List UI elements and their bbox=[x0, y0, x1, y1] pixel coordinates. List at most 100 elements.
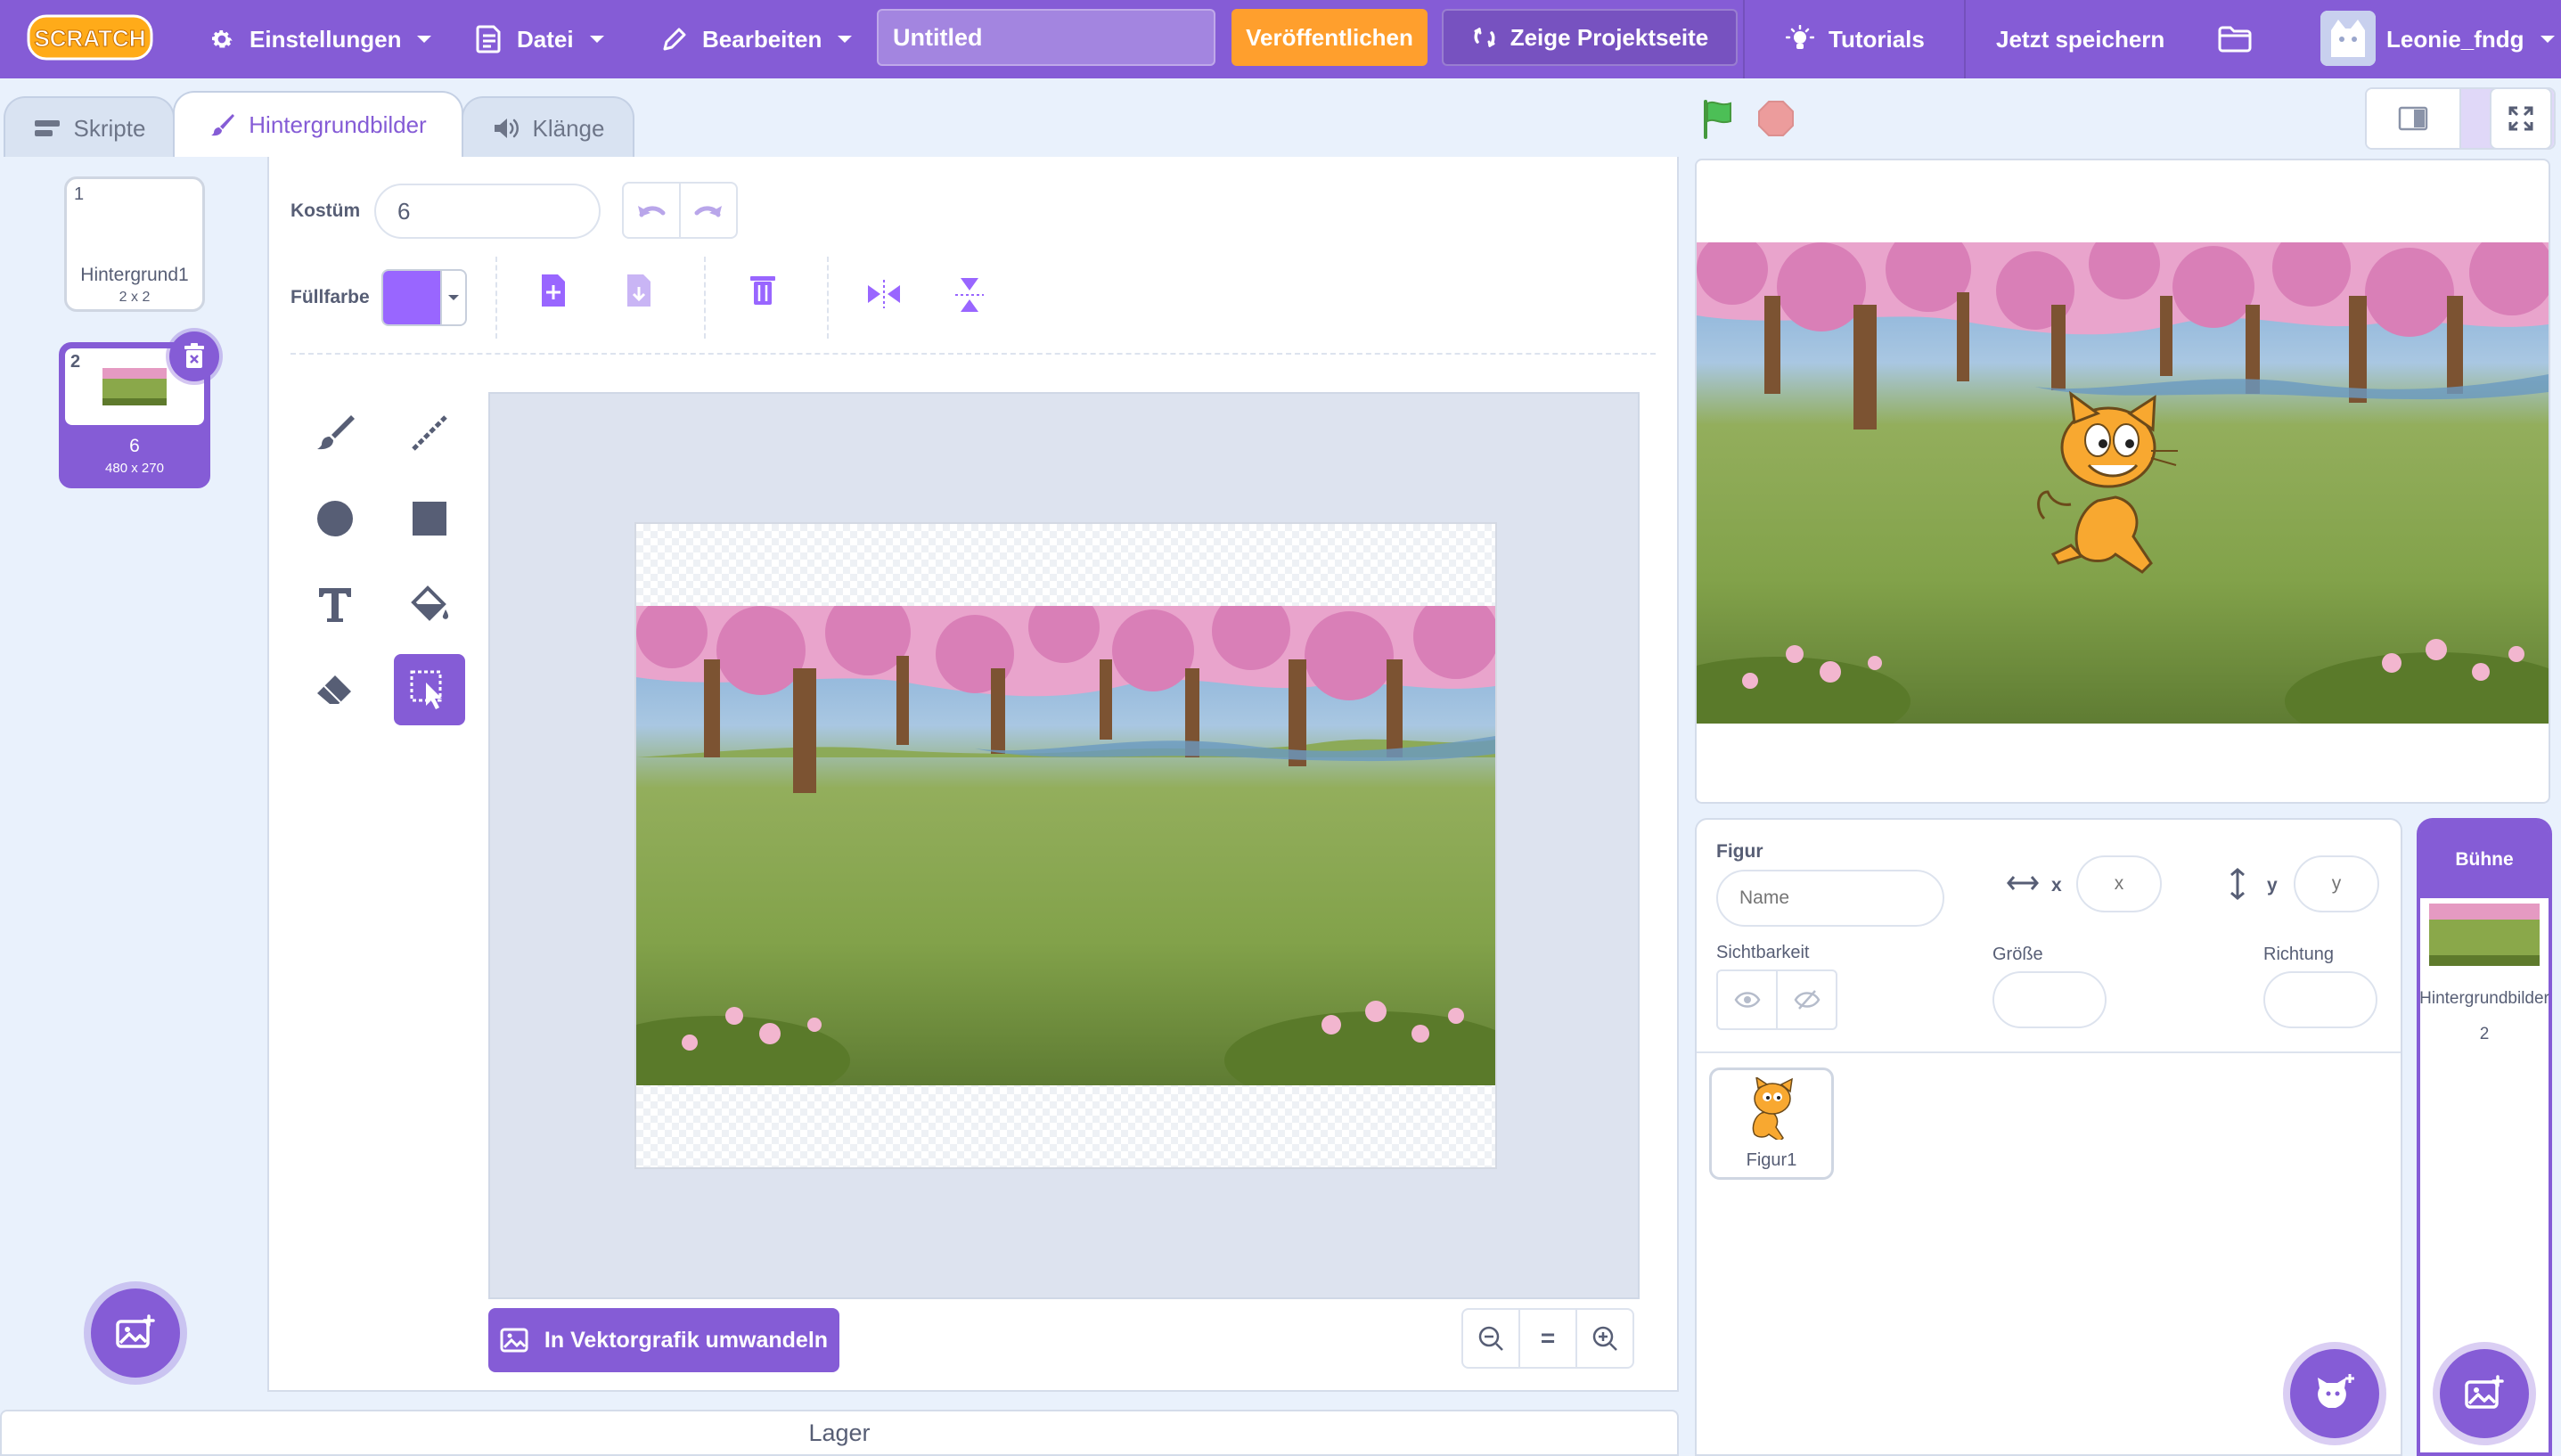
undo-redo-group bbox=[622, 182, 738, 239]
settings-menu[interactable]: Einstellungen bbox=[209, 0, 433, 78]
delete-costume-button[interactable] bbox=[169, 331, 219, 381]
costume-name-input[interactable] bbox=[374, 184, 601, 239]
x-position-input[interactable] bbox=[2076, 855, 2162, 912]
avatar[interactable] bbox=[2320, 11, 2376, 66]
visibility-toggle bbox=[1716, 969, 1837, 1030]
text-tool[interactable] bbox=[299, 568, 371, 640]
sprite-label: Figur bbox=[1716, 841, 1763, 862]
convert-to-vector-button[interactable]: In Vektorgrafik umwandeln bbox=[488, 1308, 839, 1372]
folder-icon bbox=[2217, 25, 2253, 53]
paste-button[interactable] bbox=[617, 267, 663, 324]
costume-index: 1 bbox=[74, 184, 85, 204]
stage-backdrop bbox=[1697, 242, 2549, 724]
small-stage-button[interactable] bbox=[2367, 89, 2459, 148]
stop-button[interactable] bbox=[1757, 100, 1795, 137]
edit-label: Bearbeiten bbox=[702, 25, 822, 53]
show-button[interactable] bbox=[1718, 971, 1776, 1028]
direction-label: Richtung bbox=[2263, 945, 2334, 964]
y-position-input[interactable] bbox=[2294, 855, 2379, 912]
fill-tool[interactable] bbox=[394, 568, 465, 640]
account-menu[interactable]: Leonie_fndg bbox=[2386, 0, 2557, 78]
direction-input[interactable] bbox=[2263, 971, 2377, 1028]
zoom-in-icon bbox=[1591, 1325, 1618, 1352]
fullscreen-button[interactable] bbox=[2490, 87, 2552, 150]
flip-vertical-button[interactable] bbox=[946, 267, 993, 324]
eraser-icon bbox=[312, 667, 358, 713]
undo-button[interactable] bbox=[624, 184, 679, 237]
backpack-bar[interactable]: Lager bbox=[0, 1410, 1679, 1456]
zoom-reset-label: = bbox=[1540, 1324, 1556, 1352]
toolbar-divider bbox=[495, 257, 497, 339]
copy-to-new-button[interactable] bbox=[531, 267, 577, 324]
settings-label: Einstellungen bbox=[250, 25, 402, 53]
costume-item[interactable]: 1 Hintergrund1 2 x 2 bbox=[64, 176, 205, 312]
project-page-label: Zeige Projektseite bbox=[1510, 23, 1709, 51]
tutorials-label: Tutorials bbox=[1829, 25, 1925, 53]
cat-thumbnail bbox=[1752, 1077, 1793, 1140]
costume-size: 480 x 270 bbox=[105, 461, 164, 476]
menu-divider bbox=[1964, 0, 1966, 78]
gear-icon bbox=[209, 26, 235, 53]
line-icon bbox=[406, 410, 453, 456]
text-icon bbox=[312, 581, 358, 627]
brush-tool[interactable] bbox=[299, 397, 371, 469]
hide-button[interactable] bbox=[1776, 971, 1836, 1028]
redo-button[interactable] bbox=[679, 184, 736, 237]
tab-backdrops[interactable]: Hintergrundbilder bbox=[173, 91, 463, 157]
save-now-button[interactable]: Jetzt speichern bbox=[1996, 0, 2164, 78]
sprite-name-input[interactable] bbox=[1716, 870, 1944, 927]
code-icon bbox=[33, 118, 61, 139]
my-stuff-button[interactable] bbox=[2217, 0, 2253, 78]
eye-slash-icon bbox=[1794, 989, 1821, 1010]
project-page-button[interactable]: Zeige Projektseite bbox=[1442, 9, 1738, 66]
line-tool[interactable] bbox=[394, 397, 465, 469]
toolbar-separator bbox=[290, 353, 1656, 355]
delete-button[interactable] bbox=[740, 267, 786, 324]
y-label: y bbox=[2267, 875, 2278, 896]
menu-divider bbox=[1743, 0, 1745, 78]
circle-tool[interactable] bbox=[299, 483, 371, 554]
zoom-out-button[interactable] bbox=[1463, 1310, 1518, 1367]
choose-backdrop-stage-button[interactable] bbox=[2440, 1349, 2529, 1438]
file-menu[interactable]: Datei bbox=[476, 0, 606, 78]
toolbar-divider bbox=[827, 257, 829, 339]
edit-menu[interactable]: Bearbeiten bbox=[661, 0, 854, 78]
size-input[interactable] bbox=[1992, 971, 2107, 1028]
redo-icon bbox=[693, 200, 724, 220]
drawing-canvas[interactable] bbox=[634, 522, 1497, 1169]
scratch-logo[interactable]: SCRATCH bbox=[27, 12, 153, 62]
select-tool[interactable] bbox=[394, 654, 465, 725]
project-page-icon bbox=[1471, 24, 1498, 51]
eraser-tool[interactable] bbox=[299, 654, 371, 725]
green-flag-button[interactable] bbox=[1698, 98, 1739, 139]
flip-vertical-icon bbox=[946, 267, 993, 324]
costume-size: 2 x 2 bbox=[119, 290, 151, 305]
small-stage-icon bbox=[2398, 106, 2428, 131]
zoom-in-button[interactable] bbox=[1575, 1310, 1632, 1367]
costume-name: 6 bbox=[129, 436, 140, 456]
paintbrush-icon bbox=[209, 111, 236, 138]
fill-color-picker[interactable] bbox=[381, 269, 467, 326]
chevron-down-icon bbox=[588, 34, 606, 45]
add-sprite-icon bbox=[2314, 1374, 2355, 1413]
y-position-icon bbox=[2228, 868, 2247, 900]
fullscreen-icon bbox=[2508, 105, 2534, 132]
size-label: Größe bbox=[1992, 945, 2043, 964]
stage[interactable] bbox=[1695, 159, 2550, 804]
flip-horizontal-icon bbox=[861, 267, 907, 324]
choose-backdrop-button[interactable] bbox=[91, 1288, 180, 1378]
costume-index: 2 bbox=[70, 352, 81, 372]
zoom-reset-button[interactable]: = bbox=[1518, 1310, 1575, 1367]
stage-pane-header: Bühne bbox=[2420, 822, 2549, 898]
choose-sprite-button[interactable] bbox=[2290, 1349, 2379, 1438]
tab-scripts[interactable]: Skripte bbox=[4, 96, 175, 159]
project-title-input[interactable] bbox=[877, 9, 1215, 66]
trash-icon bbox=[740, 267, 786, 324]
publish-button[interactable]: Veröffentlichen bbox=[1231, 9, 1428, 66]
sprite-item[interactable]: Figur1 bbox=[1709, 1067, 1834, 1180]
tutorials-menu[interactable]: Tutorials bbox=[1786, 0, 1925, 78]
tab-sounds[interactable]: Klänge bbox=[462, 96, 634, 159]
rectangle-tool[interactable] bbox=[394, 483, 465, 554]
flip-horizontal-button[interactable] bbox=[861, 267, 907, 324]
trash-icon bbox=[183, 343, 206, 370]
